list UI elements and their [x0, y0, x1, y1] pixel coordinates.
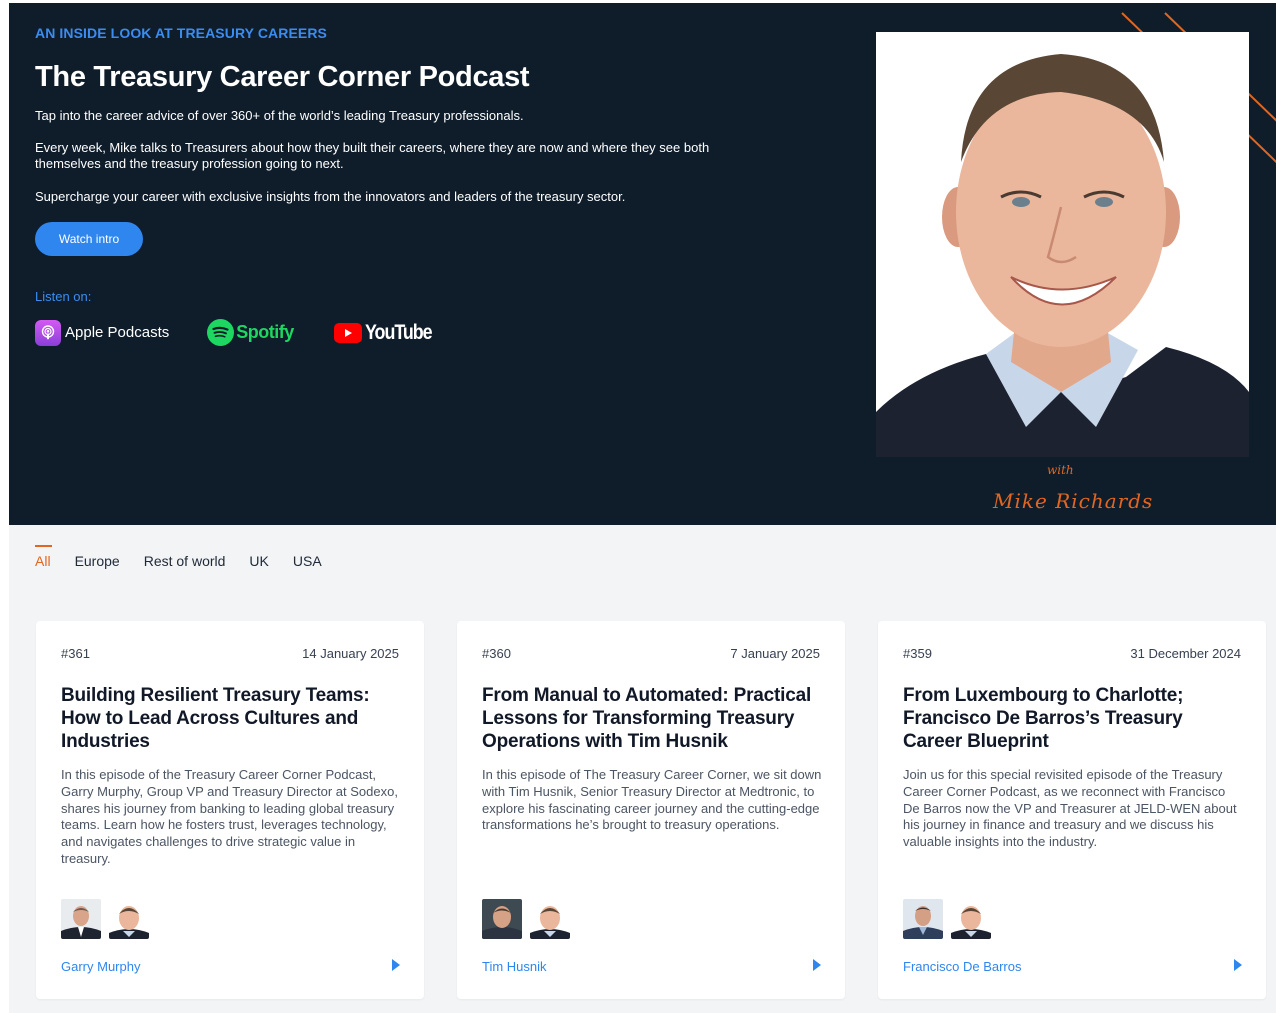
host-avatar	[951, 899, 991, 939]
episode-title[interactable]: From Luxembourg to Charlotte; Francisco …	[903, 684, 1243, 753]
host-signature: Mike Richards	[993, 489, 1154, 513]
play-arrow-icon[interactable]	[1234, 959, 1242, 971]
platform-links: Apple Podcasts Spotify YouTube	[35, 319, 443, 346]
filter-tab-all[interactable]: All	[35, 545, 52, 569]
guest-avatar	[61, 899, 101, 939]
hero-section: AN INSIDE LOOK AT TREASURY CAREERS The T…	[9, 3, 1276, 525]
spotify-icon	[207, 319, 235, 346]
guest-name-link[interactable]: Garry Murphy	[61, 959, 140, 974]
hero-eyebrow: AN INSIDE LOOK AT TREASURY CAREERS	[35, 25, 327, 41]
hero-description-text: Every week, Mike talks to Treasurers abo…	[35, 140, 710, 171]
episode-avatars	[482, 899, 578, 939]
filter-tab-europe[interactable]: Europe	[75, 545, 120, 569]
episodes-section: All Europe Rest of world UK USA #361 14 …	[9, 525, 1276, 1013]
guest-avatar	[903, 899, 943, 939]
youtube-icon	[333, 322, 362, 343]
episode-title[interactable]: From Manual to Automated: Practical Less…	[482, 684, 822, 753]
spotify-label: Spotify	[236, 322, 294, 342]
episode-description: Join us for this special revisited episo…	[903, 767, 1237, 850]
episode-card[interactable]: #360 7 January 2025 From Manual to Autom…	[457, 621, 845, 999]
guest-name-link[interactable]: Francisco De Barros	[903, 959, 1021, 974]
guest-avatar	[482, 899, 522, 939]
episode-avatars	[903, 899, 999, 939]
episode-card[interactable]: #361 14 January 2025 Building Resilient …	[36, 621, 424, 999]
episode-card[interactable]: #359 31 December 2024 From Luxembourg to…	[878, 621, 1266, 999]
episode-number: #359	[903, 646, 932, 661]
apple-podcasts-link[interactable]: Apple Podcasts	[35, 319, 170, 346]
page-title: The Treasury Career Corner Podcast	[35, 61, 530, 93]
apple-podcasts-icon	[35, 319, 61, 346]
host-avatar	[530, 899, 570, 939]
signature-with: with	[1047, 463, 1074, 477]
filter-tab-uk[interactable]: UK	[249, 545, 268, 569]
host-avatar	[109, 899, 149, 939]
episode-title[interactable]: Building Resilient Treasury Teams: How t…	[61, 684, 401, 753]
episode-description: In this episode of The Treasury Career C…	[482, 767, 822, 833]
region-filter-tabs: All Europe Rest of world UK USA	[35, 545, 346, 569]
hero-tagline-text: Supercharge your career with exclusive i…	[35, 189, 626, 204]
episode-avatars	[61, 899, 157, 939]
episode-number: #360	[482, 646, 511, 661]
play-arrow-icon[interactable]	[392, 959, 400, 971]
episode-description: In this episode of the Treasury Career C…	[61, 767, 398, 866]
apple-podcasts-label: Apple Podcasts	[65, 324, 170, 341]
guest-name-link[interactable]: Tim Husnik	[482, 959, 547, 974]
hero-intro-text: Tap into the career advice of over 360+ …	[35, 108, 524, 123]
watch-intro-button[interactable]: Watch intro	[35, 222, 143, 256]
episode-number: #361	[61, 646, 90, 661]
play-arrow-icon[interactable]	[813, 959, 821, 971]
youtube-label: YouTube	[364, 320, 433, 344]
host-photo	[876, 32, 1249, 457]
episode-date: 14 January 2025	[302, 646, 399, 661]
listen-on-label: Listen on:	[35, 289, 92, 304]
episode-date: 7 January 2025	[730, 646, 820, 661]
filter-tab-usa[interactable]: USA	[293, 545, 322, 569]
episode-date: 31 December 2024	[1130, 646, 1241, 661]
spotify-link[interactable]: Spotify	[207, 319, 294, 346]
filter-tab-rest-of-world[interactable]: Rest of world	[144, 545, 226, 569]
youtube-link[interactable]: YouTube	[333, 320, 443, 345]
